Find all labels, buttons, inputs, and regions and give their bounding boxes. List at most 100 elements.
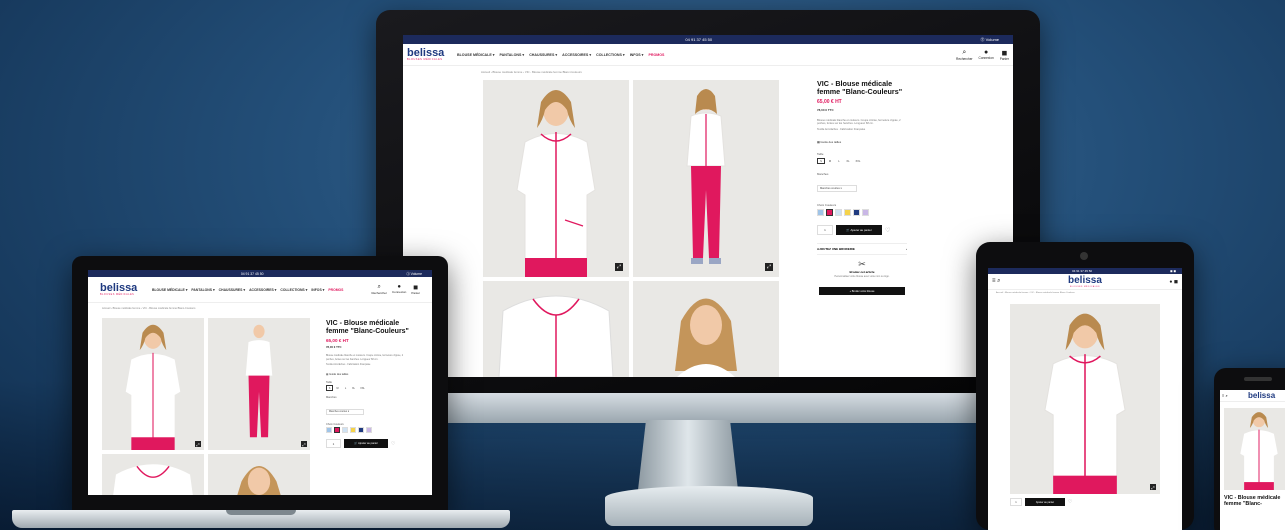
zoom-icon[interactable]: ⤢ [765,263,773,271]
product-photo-front[interactable]: ⤢ [1010,304,1160,494]
phone-number[interactable]: 04 91 37 45 50 [685,37,712,42]
size-option[interactable]: XL [844,158,852,164]
color-swatch[interactable] [817,209,824,217]
sleeves-select[interactable]: Manches courtes ▾ [817,185,857,193]
nav-item-accessoires[interactable]: ACCESSOIRES ▾ [249,288,276,292]
color-swatch[interactable] [334,427,340,434]
nav-item-pantalons[interactable]: PANTALONS ▾ [500,53,525,57]
price-ttc: 78,00 € TTC [817,107,834,112]
menu-icon[interactable]: ≡ ⌕ [992,278,1001,285]
nav-item-infos[interactable]: INFOS ▾ [630,53,644,57]
sleeves-select[interactable]: Manches courtes ▾ [326,408,364,415]
nav-item-collections[interactable]: COLLECTIONS ▾ [280,288,307,292]
size-option[interactable]: XXL [358,385,367,391]
size-option[interactable]: XL [350,385,357,391]
product-photo-full[interactable]: ⤢ [633,80,779,277]
zoom-icon[interactable]: ⤢ [1150,484,1156,490]
color-label: Choix Couleurs [326,423,344,427]
color-swatch[interactable] [835,209,842,217]
search-button[interactable]: ⌕ Rechercher [956,49,972,61]
heart-icon[interactable]: ♡ [1068,499,1072,505]
color-swatch[interactable] [862,209,869,217]
color-swatch[interactable] [826,209,833,217]
product-photo-front[interactable] [1224,408,1285,490]
size-option[interactable]: L [835,158,843,164]
product-description: Blouse médicale blanche et couleurs. Cou… [817,118,901,126]
model-front-illustration [1044,313,1126,494]
nav-item-chaussures[interactable]: CHAUSSURES ▾ [219,288,245,292]
embroider-button[interactable]: + Broder votre blouse [819,287,905,296]
product-photo-front[interactable]: ⤢ [483,80,629,277]
product-photo-detail[interactable] [483,281,629,377]
zoom-icon[interactable]: ⤢ [195,441,201,447]
site-logo[interactable]: belissa BLOUSES MÉDICALES [100,282,146,296]
size-option[interactable]: S [326,385,333,392]
embroidery-block: ✂ Brodez cet article Personnalisez votre… [817,259,907,296]
add-to-cart-button[interactable]: 🛒 Ajouter au panier [836,225,882,236]
site-logo[interactable]: belissa BLOUSES MÉDICALES [407,47,451,62]
zoom-icon[interactable]: ⤢ [615,263,623,271]
breadcrumb[interactable]: Accueil › Blouse médicale femme › VIC - … [88,303,432,314]
account-button[interactable]: ● Connexion [392,284,406,295]
site-logo[interactable]: belissa [1248,391,1275,400]
quantity-stepper[interactable]: 1 [326,439,341,449]
cart-icon: ◼ [1001,49,1008,57]
cart-button[interactable]: ◼ Panier [1000,49,1009,61]
breadcrumb[interactable]: Accueil › Blouse médicale femme › VIC - … [403,66,1013,78]
search-icon: ⌕ [962,48,967,56]
user-icon: ● [984,48,989,56]
size-option[interactable]: M [826,158,834,164]
color-swatch[interactable] [326,427,332,434]
size-option[interactable]: M [334,385,341,391]
add-to-cart-row: 1 Ajouter au panier ♡ [1010,498,1072,506]
nav-item-accessoires[interactable]: ACCESSOIRES ▾ [562,53,591,57]
product-photo-front[interactable]: ⤢ [102,318,204,450]
cart-icon[interactable]: ● ◼ [1169,279,1178,285]
search-button[interactable]: ⌕ Rechercher [371,284,387,295]
account-button[interactable]: ● Connexion [979,49,994,61]
heart-icon[interactable]: ♡ [391,441,395,447]
size-guide-link[interactable]: ▦ Guide des tailles [817,140,907,144]
phone-screen: ≡ ⌕ belissa ◼ VIC - Blouse médicale femm… [1220,390,1285,530]
site-logo[interactable]: belissa BLOUSES MÉDICALES [1068,275,1102,288]
add-to-cart-button[interactable]: 🛒 Ajouter au panier [344,439,388,449]
nav-item-promos[interactable]: PROMOS [648,53,664,57]
nav-item-blouse[interactable]: BLOUSE MÉDICALE ▾ [152,288,187,292]
social-icons: ◼ ◼ [1170,269,1176,273]
nav-item-pantalons[interactable]: PANTALONS ▾ [191,288,214,292]
size-option[interactable]: L [342,385,349,391]
menu-icon[interactable]: ≡ ⌕ [1222,393,1228,398]
cart-button[interactable]: ◼ Panier [411,284,420,295]
nav-item-chaussures[interactable]: CHAUSSURES ▾ [529,53,557,57]
size-guide-link[interactable]: ▦ Guide des tailles [326,373,410,376]
color-swatch[interactable] [844,209,851,217]
product-photo-portrait[interactable] [633,281,779,377]
color-swatch[interactable] [350,427,356,434]
nav-item-promos[interactable]: PROMOS [328,288,343,292]
add-to-cart-button[interactable]: Ajouter au panier [1025,498,1065,506]
color-swatch[interactable] [366,427,372,434]
color-swatch[interactable] [853,209,860,217]
color-swatch[interactable] [358,427,364,434]
product-info: VIC - Blouse médicale femme "Blanc-Coule… [326,320,410,449]
product-photo-portrait[interactable] [208,454,310,495]
phone-number[interactable]: 04 91 37 45 50 [241,272,264,276]
quantity-stepper[interactable]: 1 [1010,498,1022,506]
color-swatch[interactable] [342,427,348,434]
nav-item-infos[interactable]: INFOS ▾ [311,288,324,292]
blouse-detail-illustration [113,464,193,495]
main-nav: BLOUSE MÉDICALE ▾ PANTALONS ▾ CHAUSSURES… [457,53,664,57]
quantity-stepper[interactable]: 1 [817,225,833,236]
product-photo-full[interactable]: ⤢ [208,318,310,450]
zoom-icon[interactable]: ⤢ [301,441,307,447]
size-option[interactable]: S [817,158,825,165]
tablet-camera [1080,252,1088,260]
nav-item-blouse[interactable]: BLOUSE MÉDICALE ▾ [457,53,495,57]
phone-number[interactable]: 04 91 37 45 50 [1072,269,1092,273]
heart-icon[interactable]: ♡ [885,227,890,234]
product-photo-detail[interactable] [102,454,204,495]
size-option[interactable]: XXL [853,158,863,164]
breadcrumb[interactable]: Accueil › Blouse médicale femme › VIC - … [988,290,1182,296]
embroidery-accordion[interactable]: AJOUTEZ UNE BRODERIE › [817,243,907,256]
nav-item-collections[interactable]: COLLECTIONS ▾ [596,53,625,57]
